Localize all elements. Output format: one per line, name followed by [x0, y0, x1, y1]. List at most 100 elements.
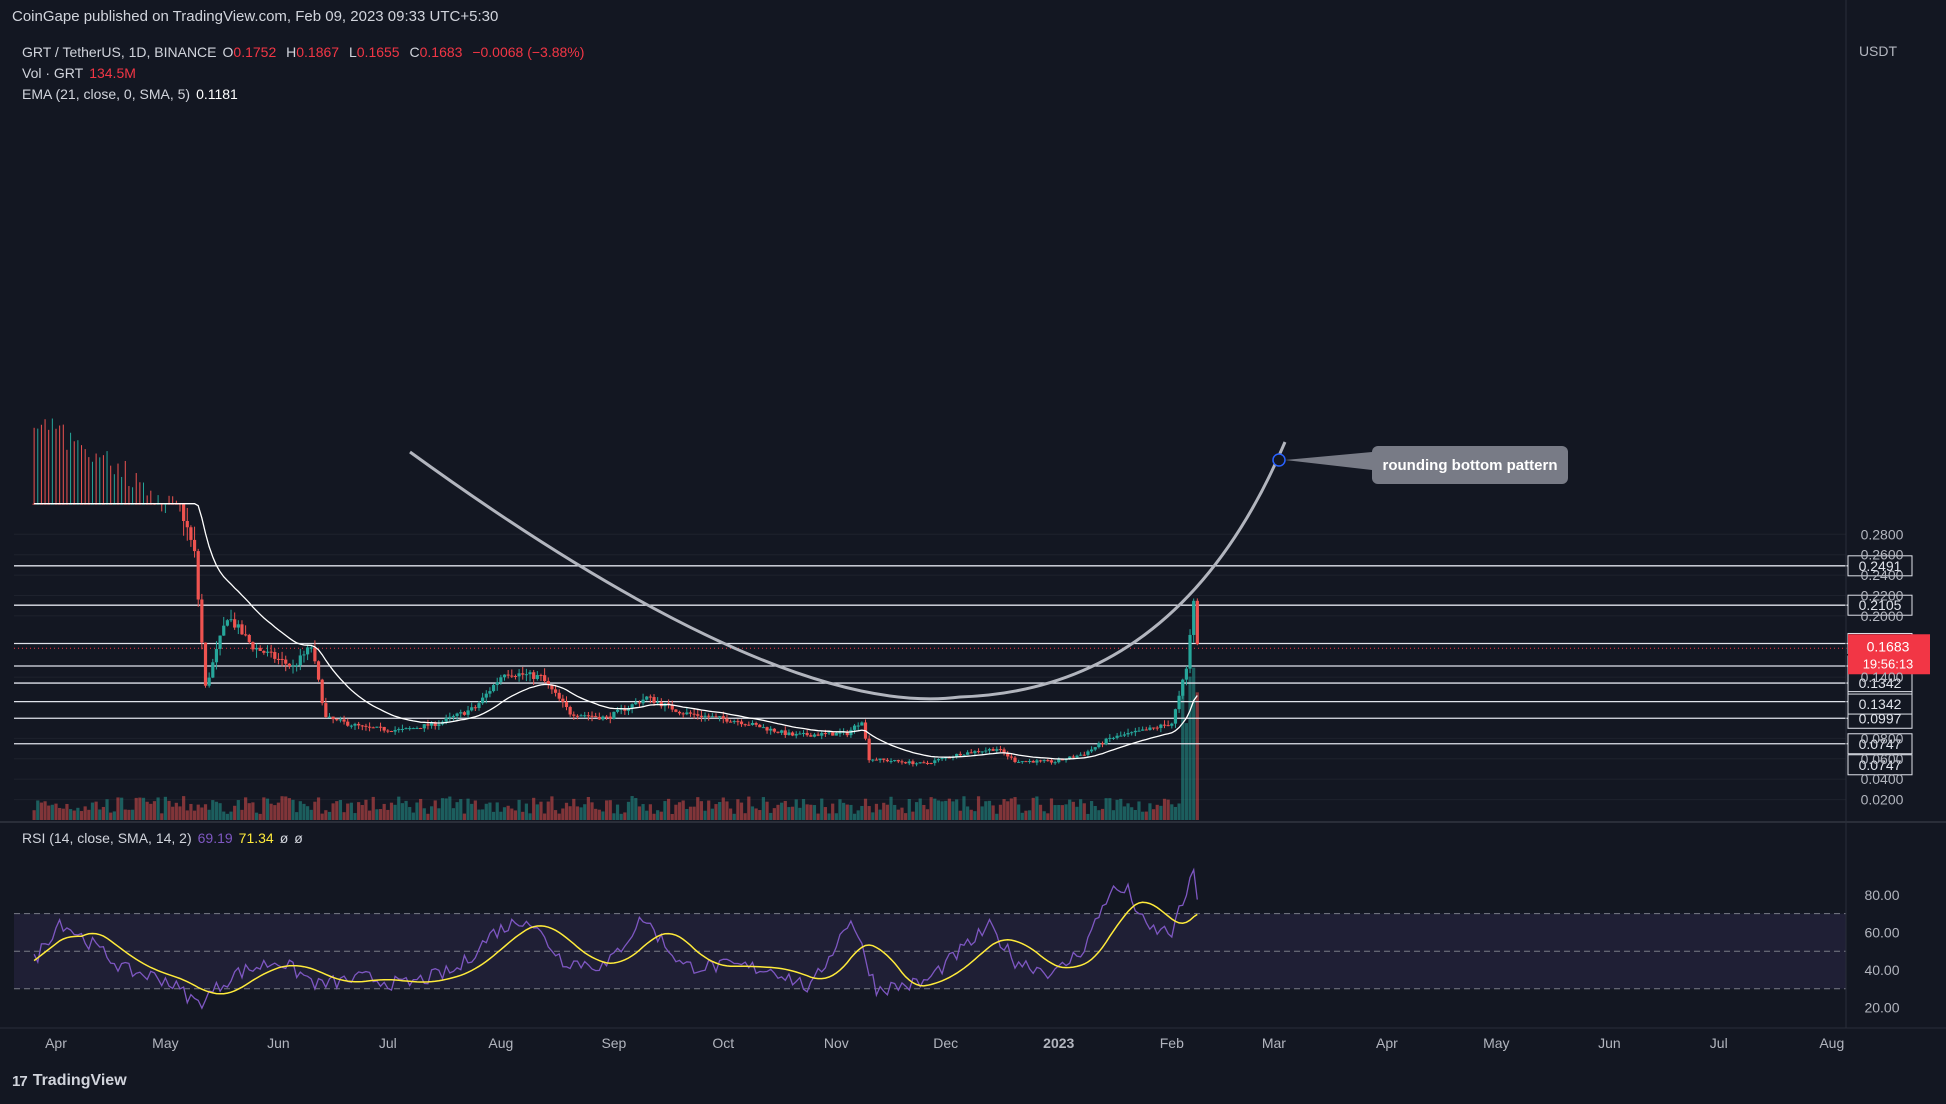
- candle-body: [1177, 695, 1181, 710]
- candle-body: [933, 760, 937, 764]
- candle-body: [834, 732, 838, 736]
- volume-bar: [823, 807, 827, 820]
- time-tick: Apr: [45, 1035, 67, 1051]
- volume-bar: [1089, 801, 1094, 820]
- volume-bar: [65, 803, 69, 820]
- candle-body: [612, 711, 616, 719]
- volume-bar: [856, 810, 860, 820]
- candle-body: [1024, 761, 1028, 763]
- candle-body: [236, 624, 240, 628]
- candle-body: [681, 713, 685, 715]
- volume-bar: [820, 798, 824, 820]
- candle-body: [728, 721, 733, 723]
- volume-bar: [630, 796, 634, 820]
- volume-bar: [780, 802, 784, 820]
- volume-bar: [222, 811, 226, 820]
- candle-body: [1097, 743, 1101, 748]
- candle-body: [258, 647, 262, 651]
- volume-bar: [998, 804, 1003, 820]
- volume-bar: [907, 798, 911, 820]
- volume-bar: [586, 796, 590, 820]
- symbol-legend[interactable]: GRT / TetherUS, 1D, BINANCE O0.1752 H0.18…: [22, 44, 590, 60]
- volume-bar: [90, 802, 95, 820]
- volume-bar: [473, 800, 477, 820]
- volume-bar: [389, 802, 394, 820]
- candle-body: [907, 761, 911, 764]
- volume-bar: [182, 796, 186, 820]
- volume-bar: [291, 799, 295, 820]
- volume-bar: [174, 802, 178, 820]
- price-tick: 0.2600: [1861, 547, 1904, 563]
- volume-bar: [1079, 799, 1083, 820]
- volume-bar: [991, 805, 995, 820]
- volume-bar: [149, 803, 153, 820]
- candle-body: [929, 763, 933, 765]
- volume-bar: [298, 801, 302, 820]
- volume-bar: [203, 804, 208, 820]
- tradingview-footer[interactable]: 17 TradingView: [12, 1072, 127, 1090]
- candle-body: [302, 654, 306, 656]
- candles: [32, 418, 1199, 767]
- volume-legend[interactable]: Vol · GRT 134.5M: [22, 65, 142, 81]
- candle-body: [874, 759, 879, 761]
- candle-body: [852, 725, 857, 730]
- volume-bar: [666, 798, 671, 820]
- candle-body: [831, 732, 835, 736]
- ema-legend[interactable]: EMA (21, close, 0, SMA, 5) 0.1181: [22, 86, 244, 102]
- volume-bar: [532, 797, 536, 820]
- volume-bar: [240, 809, 244, 820]
- candle-body: [801, 732, 806, 734]
- volume-bar: [1031, 797, 1035, 820]
- volume-bar: [904, 813, 908, 820]
- last-price-label: 0.1683: [1867, 638, 1910, 654]
- candle-body: [1188, 634, 1192, 669]
- volume-bar: [346, 803, 350, 820]
- volume-bar: [98, 809, 102, 820]
- volume-bar: [54, 803, 58, 820]
- candle-body: [419, 728, 423, 730]
- volume-bar: [816, 813, 820, 820]
- volume-bar: [1159, 805, 1163, 820]
- volume-bar: [335, 801, 339, 820]
- candle-body: [615, 709, 620, 712]
- candle-body: [247, 634, 251, 643]
- volume-bar: [185, 810, 189, 820]
- volume-bar: [426, 813, 430, 820]
- candle-body: [1020, 761, 1024, 763]
- candle-body: [462, 712, 466, 715]
- volume-bar: [1064, 804, 1068, 820]
- candle-body: [360, 725, 364, 727]
- volume-bar: [634, 797, 638, 820]
- volume-bar: [192, 810, 197, 820]
- candle-body: [192, 539, 197, 552]
- volume-bar: [214, 801, 219, 820]
- rsi-legend[interactable]: RSI (14, close, SMA, 14, 2) 69.19 71.34 ø ø: [22, 830, 309, 846]
- candle-body: [878, 758, 882, 761]
- chart-canvas[interactable]: 0.24910.21050.17300.15090.13420.11600.09…: [0, 0, 1946, 1104]
- candle-body: [1126, 732, 1130, 735]
- candle-body: [998, 749, 1003, 751]
- volume-bar: [1009, 798, 1013, 820]
- candle-body: [710, 716, 714, 718]
- volume-bar: [860, 805, 864, 820]
- time-tick: Apr: [1376, 1035, 1398, 1051]
- volume-bar: [123, 809, 127, 820]
- candle-body: [860, 722, 864, 726]
- candle-body: [885, 759, 889, 762]
- volume-bar: [1006, 801, 1010, 820]
- volume-bar: [364, 799, 368, 820]
- candle-body: [382, 726, 386, 731]
- candle-body: [765, 727, 769, 731]
- volume-bar: [309, 809, 313, 820]
- change-value: −0.0068 (−3.88%): [472, 44, 585, 60]
- candle-body: [455, 713, 459, 716]
- symbol-name[interactable]: GRT / TetherUS, 1D, BINANCE: [22, 44, 217, 60]
- volume-bar: [411, 812, 415, 820]
- volume-bar: [1122, 806, 1126, 820]
- volume-bar: [386, 809, 390, 820]
- time-tick: Jul: [379, 1035, 397, 1051]
- candle-body: [437, 724, 441, 727]
- candle-body: [397, 729, 401, 731]
- candle-body: [1009, 756, 1013, 758]
- candle-body: [856, 725, 860, 727]
